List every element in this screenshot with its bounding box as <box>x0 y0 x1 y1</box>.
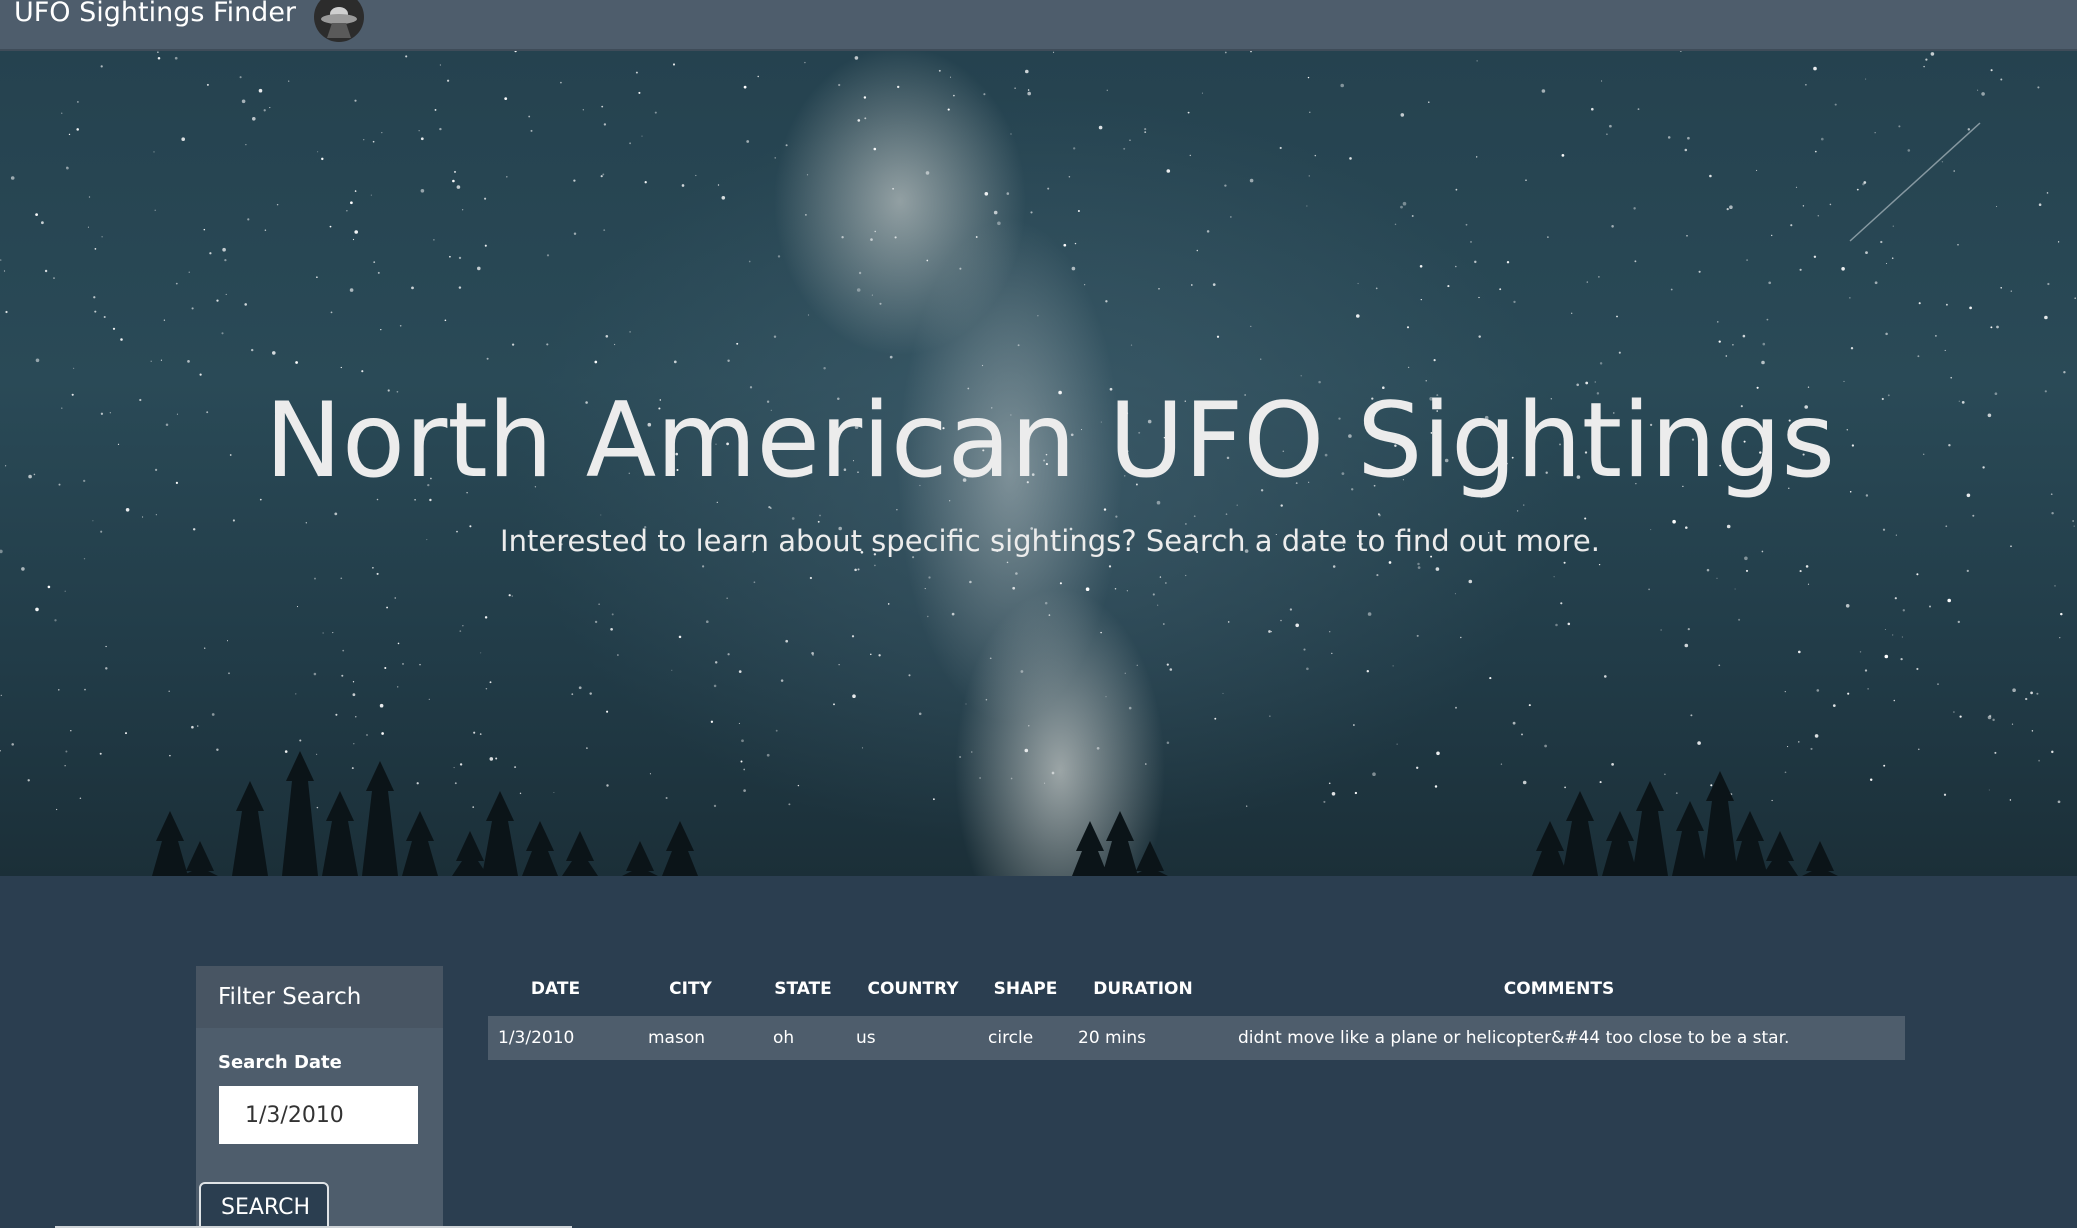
search-date-input[interactable] <box>219 1086 418 1144</box>
header-city: CITY <box>669 979 712 999</box>
ufo-logo-icon <box>314 0 364 42</box>
header-date: DATE <box>530 979 581 999</box>
cell-state: oh <box>758 1016 848 1060</box>
search-button[interactable]: SEARCH <box>199 1182 329 1228</box>
header-country: COUNTRY <box>867 979 959 999</box>
header-shape: SHAPE <box>993 979 1058 999</box>
table-header-row: DATE CITY STATE COUNTRY SHAPE DURATION C… <box>488 964 1905 1014</box>
cell-country: us <box>848 1016 978 1060</box>
search-date-label: Search Date <box>218 1052 342 1073</box>
results-table: DATE CITY STATE COUNTRY SHAPE DURATION C… <box>488 964 1905 1060</box>
filter-heading: Filter Search <box>196 966 443 1028</box>
header-state: STATE <box>774 979 832 999</box>
header-comments: COMMENTS <box>1503 979 1615 999</box>
hero-banner: North American UFO Sightings Interested … <box>0 51 2077 876</box>
filter-panel: Filter Search Search Date SEARCH <box>196 966 443 1228</box>
hero-title: North American UFO Sightings <box>264 381 1836 501</box>
table-row: 1/3/2010 mason oh us circle 20 mins didn… <box>488 1016 1905 1060</box>
cell-duration: 20 mins <box>1073 1016 1213 1060</box>
cell-comments: didnt move like a plane or helicopter&#4… <box>1213 1016 1905 1060</box>
brand-title[interactable]: UFO Sightings Finder <box>14 0 296 29</box>
hero-subtitle: Interested to learn about specific sight… <box>500 524 1600 558</box>
cell-shape: circle <box>978 1016 1073 1060</box>
cell-date: 1/3/2010 <box>488 1016 623 1060</box>
navbar: UFO Sightings Finder <box>0 0 2077 51</box>
main-content: Filter Search Search Date SEARCH DATE CI… <box>0 876 2077 1228</box>
cell-city: mason <box>623 1016 758 1060</box>
header-duration: DURATION <box>1093 979 1193 999</box>
